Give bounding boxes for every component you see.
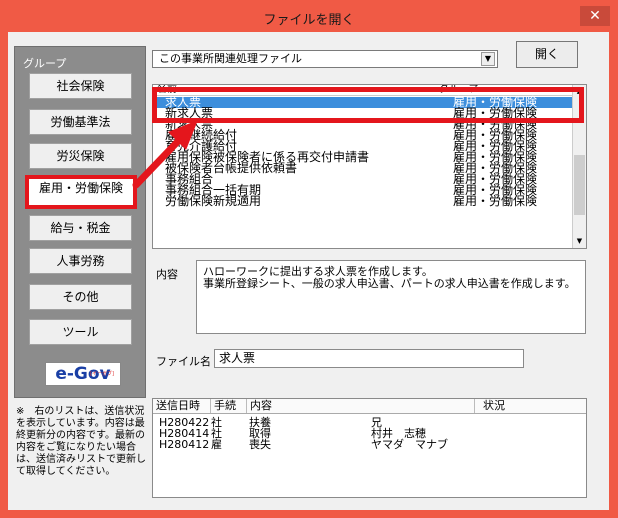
group-label: グループ (23, 57, 67, 70)
file-open-window: ファイルを開く ✕ グループ 社会保険 労働基準法 労災保険 雇用・労働保険 給… (0, 0, 618, 518)
dialog-client: グループ 社会保険 労働基準法 労災保険 雇用・労働保険 給与・税金 人事労務 … (8, 32, 609, 510)
selection-highlight-frame (152, 87, 584, 123)
history-header: 送信日時 手続 内容 状況 (153, 399, 586, 414)
scroll-down-icon[interactable]: ▼ (573, 235, 586, 248)
filename-label: ファイル名 (156, 355, 211, 368)
history-col-procedure[interactable]: 手続 (211, 399, 247, 413)
history-cell-date: H280412 (159, 438, 210, 451)
status-note: ※ 右のリストは、送信状況を表示しています。内容は最終更新分の内容です。最新の内… (16, 406, 146, 477)
close-button[interactable]: ✕ (580, 6, 610, 26)
history-cell-name: ヤマダ マナブ (371, 438, 448, 451)
description-box: ハローワークに提出する求人票を作成します。 事業所登録シート、一般の求人申込書、… (196, 260, 586, 334)
egov-logo[interactable]: e-Gov [イーガブ] (45, 362, 121, 386)
filename-field[interactable]: 求人票 (214, 349, 524, 368)
group-button-tool[interactable]: ツール (29, 319, 132, 345)
group-button-sonota[interactable]: その他 (29, 284, 132, 310)
title-bar[interactable]: ファイルを開く ✕ (0, 0, 618, 32)
scrollbar-thumb[interactable] (574, 155, 585, 215)
history-col-status[interactable]: 状況 (475, 399, 586, 413)
open-button[interactable]: 開く (516, 41, 578, 68)
group-button-roudou-kijun[interactable]: 労働基準法 (29, 109, 132, 135)
group-button-rousai-hoken[interactable]: 労災保険 (29, 143, 132, 169)
egov-logo-small: [イーガブ] (90, 371, 114, 377)
description-label: 内容 (156, 268, 178, 281)
history-cell-content: 喪失 (249, 438, 271, 451)
window-title: ファイルを開く (263, 13, 355, 28)
group-panel: グループ 社会保険 労働基準法 労災保険 雇用・労働保険 給与・税金 人事労務 … (14, 46, 146, 398)
description-line: 事業所登録シート、一般の求人申込書、パートの求人申込書を作成します。 (203, 277, 576, 290)
file-category-value: この事業所関連処理ファイル (159, 52, 302, 65)
file-list-item-name: 労働保険新規適用 (165, 194, 262, 208)
history-cell-proc: 雇 (211, 438, 222, 451)
group-button-shakai-hoken[interactable]: 社会保険 (29, 73, 132, 99)
file-list-item-group: 雇用・労働保険 (453, 194, 538, 208)
group-button-kyuyo-zeikin[interactable]: 給与・税金 (29, 215, 132, 241)
history-col-content[interactable]: 内容 (247, 399, 475, 413)
file-category-select[interactable]: この事業所関連処理ファイル ▼ (152, 50, 498, 68)
history-col-date[interactable]: 送信日時 (153, 399, 211, 413)
group-button-jinji-roumu[interactable]: 人事労務 (29, 248, 132, 274)
group-button-koyou-roudou[interactable]: 雇用・労働保険 (25, 175, 137, 209)
send-history-table[interactable]: 送信日時 手続 内容 状況 H280422 社扶養兄 H280414 社取得 村井 志穂… (152, 398, 587, 498)
file-list-item[interactable]: 労働保険新規適用 雇用・労働保険 (153, 194, 574, 208)
chevron-down-icon[interactable]: ▼ (481, 52, 495, 66)
